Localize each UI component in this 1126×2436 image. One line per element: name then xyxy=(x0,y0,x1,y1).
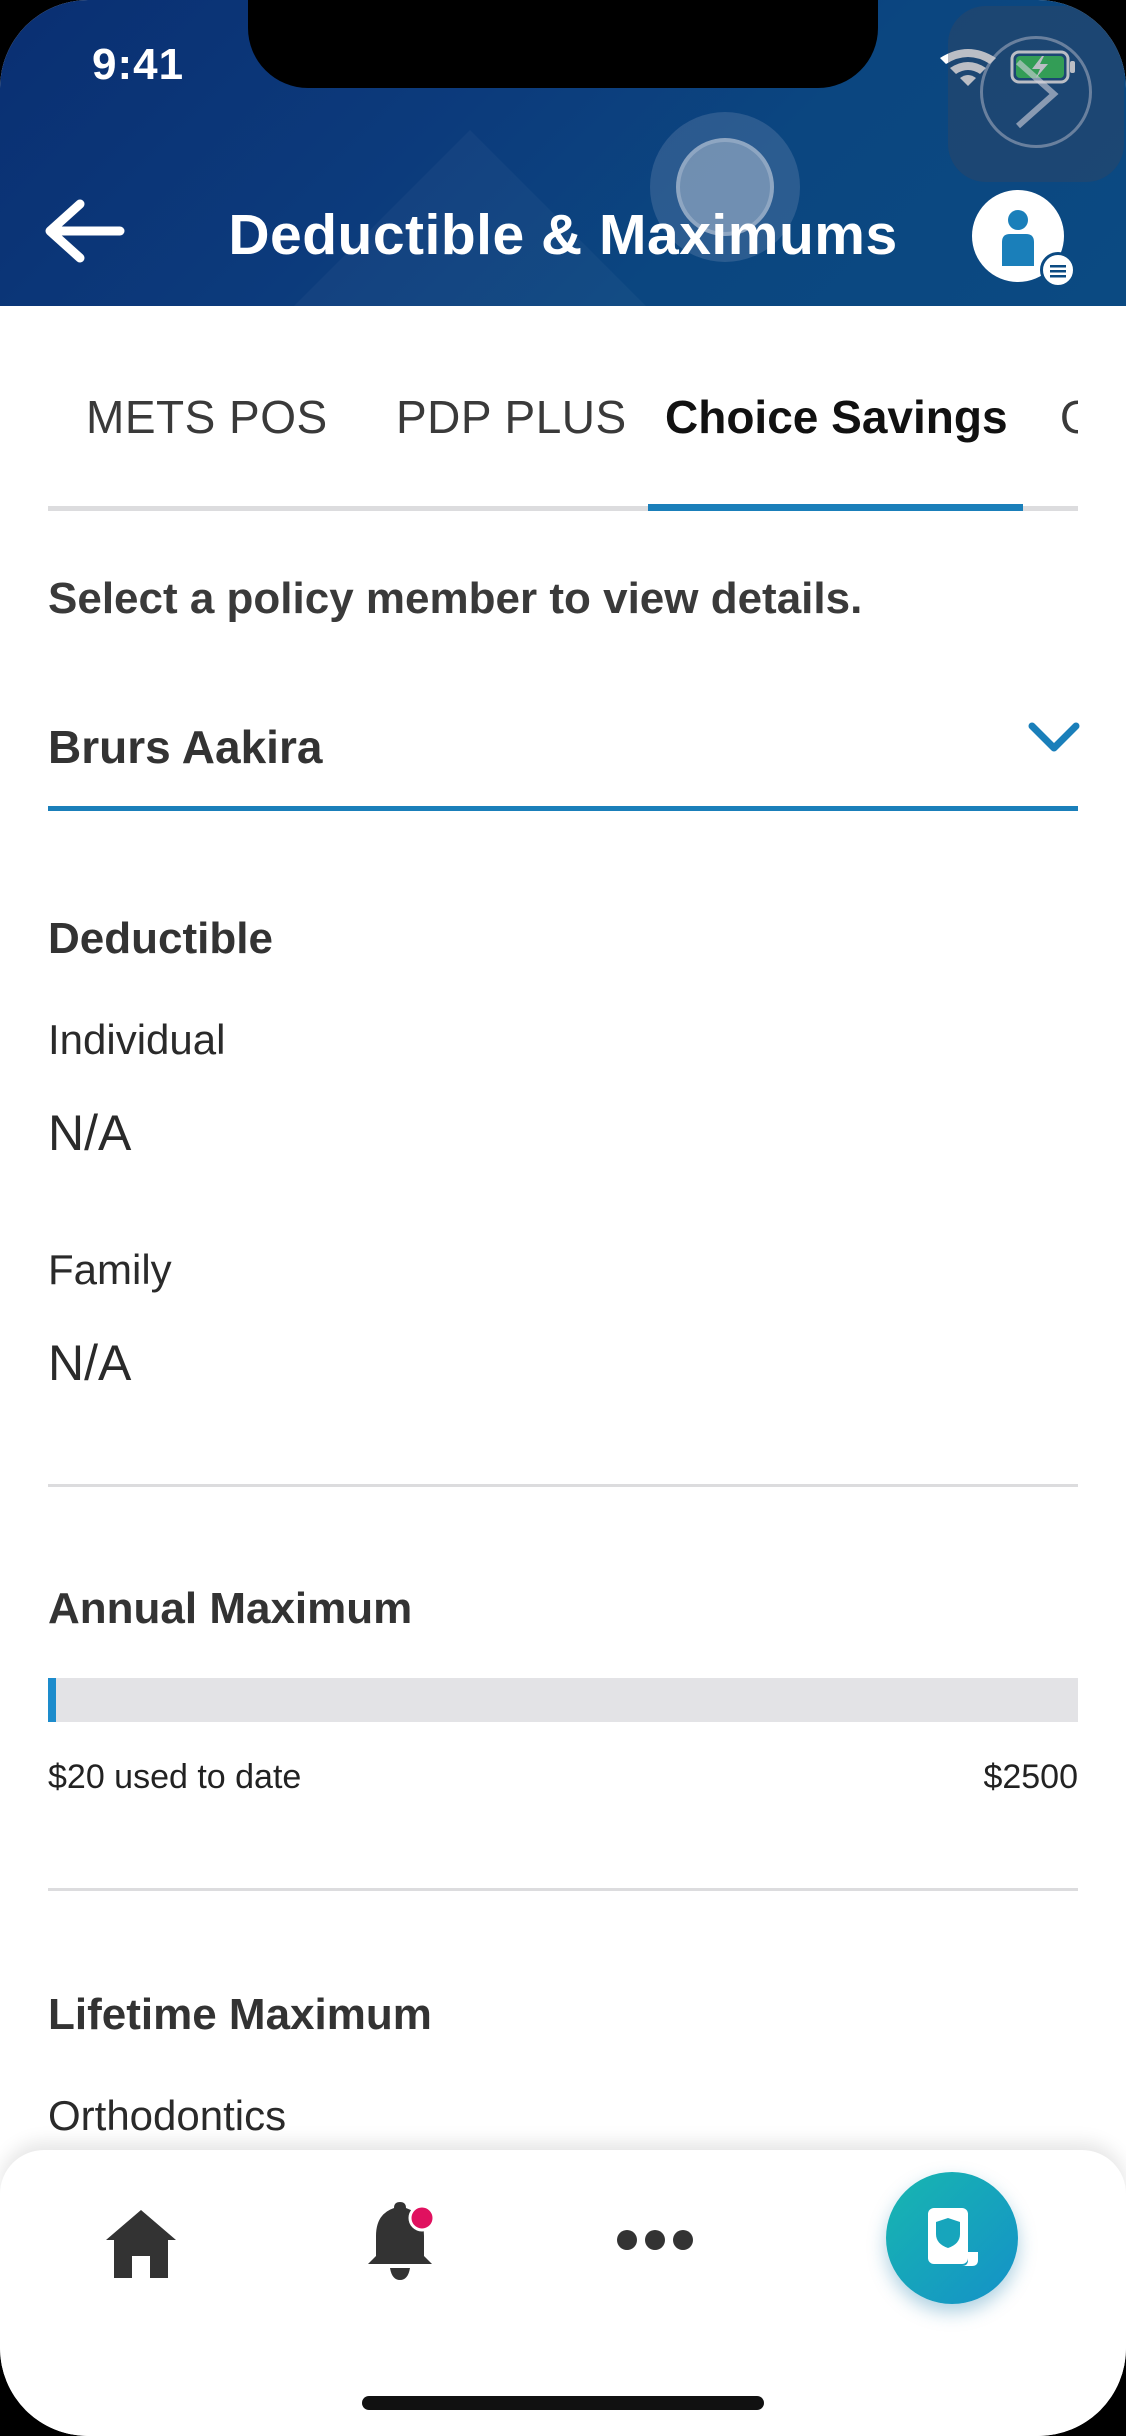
notification-dot xyxy=(408,2204,436,2232)
id-card-button[interactable] xyxy=(886,2172,1018,2304)
more-icon[interactable] xyxy=(616,2226,694,2254)
member-select-prompt: Select a policy member to view details. xyxy=(48,574,863,623)
section-divider xyxy=(48,1484,1078,1487)
family-label: Family xyxy=(48,1246,172,1293)
chevron-down-icon[interactable] xyxy=(1024,716,1084,760)
annual-max-text: $2500 xyxy=(983,1758,1078,1796)
annual-used-text: $20 used to date xyxy=(48,1758,302,1796)
person-icon xyxy=(1002,210,1034,266)
home-icon[interactable] xyxy=(104,2206,178,2280)
chevron-right-icon xyxy=(1016,59,1059,129)
annual-maximum-progress-fill xyxy=(48,1678,57,1722)
app-header: 9:41 Deductible & Maximums xyxy=(0,0,1126,306)
annual-maximum-progress-bar xyxy=(48,1678,1078,1722)
home-indicator xyxy=(362,2396,764,2410)
annual-maximum-heading: Annual Maximum xyxy=(48,1584,413,1633)
tab-out-of-network[interactable]: Ou xyxy=(1060,390,1078,444)
orthodontics-label: Orthodontics xyxy=(48,2092,287,2139)
deductible-heading: Deductible xyxy=(48,914,273,963)
app-screen: 9:41 Deductible & Maximums METS POS PDP … xyxy=(0,0,1126,2436)
plan-tabs: METS POS PDP PLUS Choice Savings Ou xyxy=(48,360,1078,512)
family-value: N/A xyxy=(48,1335,132,1391)
tab-choice-savings[interactable]: Choice Savings xyxy=(665,390,1008,444)
tab-mets-pos[interactable]: METS POS xyxy=(86,390,328,444)
page-title: Deductible & Maximums xyxy=(228,203,898,267)
section-divider xyxy=(48,1888,1078,1891)
lifetime-maximum-heading: Lifetime Maximum xyxy=(48,1990,432,2039)
member-dropdown-value[interactable]: Brurs Aakira xyxy=(48,720,322,774)
individual-value: N/A xyxy=(48,1105,132,1161)
bell-icon[interactable] xyxy=(362,2200,442,2282)
status-time: 9:41 xyxy=(92,40,185,89)
assistive-touch-button[interactable] xyxy=(948,6,1124,182)
tab-pdp-plus[interactable]: PDP PLUS xyxy=(396,390,627,444)
active-tab-indicator xyxy=(648,504,1023,511)
individual-label: Individual xyxy=(48,1016,226,1063)
menu-badge-icon xyxy=(1040,252,1076,288)
member-dropdown-underline xyxy=(48,806,1078,811)
device-notch xyxy=(248,0,878,88)
id-card-icon xyxy=(928,2208,978,2266)
